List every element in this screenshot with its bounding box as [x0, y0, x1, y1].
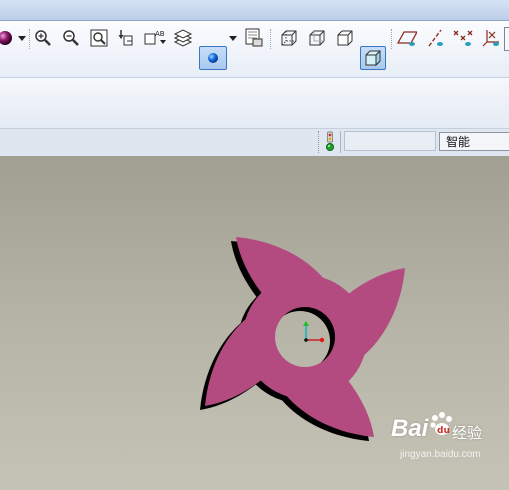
appearance-gallery-button[interactable] — [0, 27, 16, 49]
wireframe-icon — [281, 30, 297, 46]
ball-icon — [0, 31, 12, 45]
toolbar-separator — [29, 29, 30, 49]
coord-sys-display-button[interactable] — [480, 27, 502, 49]
reorient-button[interactable] — [115, 27, 137, 49]
zoom-fit-icon — [90, 29, 108, 47]
graphics-viewport[interactable] — [0, 156, 509, 490]
display-style-dropdown-arrow[interactable] — [229, 35, 237, 43]
toolbar-separator — [270, 29, 271, 49]
datum-plane-display-button[interactable] — [396, 27, 418, 49]
toolbar-overflow-button[interactable] — [504, 27, 509, 51]
datum-axis-icon — [428, 29, 443, 47]
zoom-out-button[interactable] — [60, 27, 82, 49]
view-manager-button[interactable] — [243, 27, 265, 49]
coord-sys-icon — [482, 30, 499, 47]
regen-status-button[interactable] — [322, 131, 338, 153]
secondary-toolbar — [0, 78, 509, 128]
no-hidden-button[interactable] — [334, 27, 356, 49]
display-style-icon — [208, 53, 218, 63]
zoom-fit-button[interactable] — [88, 27, 110, 49]
hidden-line-icon — [309, 30, 325, 46]
display-style-button[interactable] — [199, 46, 227, 70]
statusbar-divider — [340, 131, 341, 153]
layers-icon — [173, 29, 193, 47]
datum-point-display-button[interactable] — [452, 27, 474, 49]
datum-point-icon — [453, 30, 473, 46]
title-bar — [0, 0, 509, 21]
toolbar-separator — [391, 29, 392, 49]
named-view-dropdown-arrow[interactable] — [159, 38, 167, 46]
view-manager-icon — [245, 28, 263, 47]
reorient-icon — [118, 30, 133, 46]
zoom-in-icon — [35, 30, 51, 46]
shading-button[interactable] — [360, 46, 386, 70]
chevron-down-icon — [160, 40, 166, 44]
chevron-down-icon — [229, 36, 237, 41]
no-hidden-icon — [337, 30, 353, 46]
svg-text:AB: AB — [155, 30, 164, 38]
shading-icon — [365, 49, 381, 67]
hidden-line-button[interactable] — [306, 27, 328, 49]
shuriken-part[interactable] — [205, 237, 405, 437]
appearance-dropdown-arrow[interactable] — [18, 35, 26, 43]
traffic-light-icon — [326, 131, 334, 151]
datum-axis-display-button[interactable] — [424, 27, 446, 49]
selection-filter-select[interactable]: 智能 — [439, 132, 509, 151]
datum-plane-icon — [397, 31, 417, 46]
zoom-in-button[interactable] — [32, 27, 54, 49]
statusbar-grip — [318, 131, 319, 153]
status-message-field — [344, 131, 436, 151]
chevron-down-icon — [18, 36, 26, 41]
model-canvas — [200, 237, 405, 441]
layers-button[interactable] — [172, 27, 194, 49]
selection-filter-value: 智能 — [446, 135, 471, 149]
wireframe-button[interactable] — [278, 27, 300, 49]
zoom-out-icon — [63, 30, 79, 46]
